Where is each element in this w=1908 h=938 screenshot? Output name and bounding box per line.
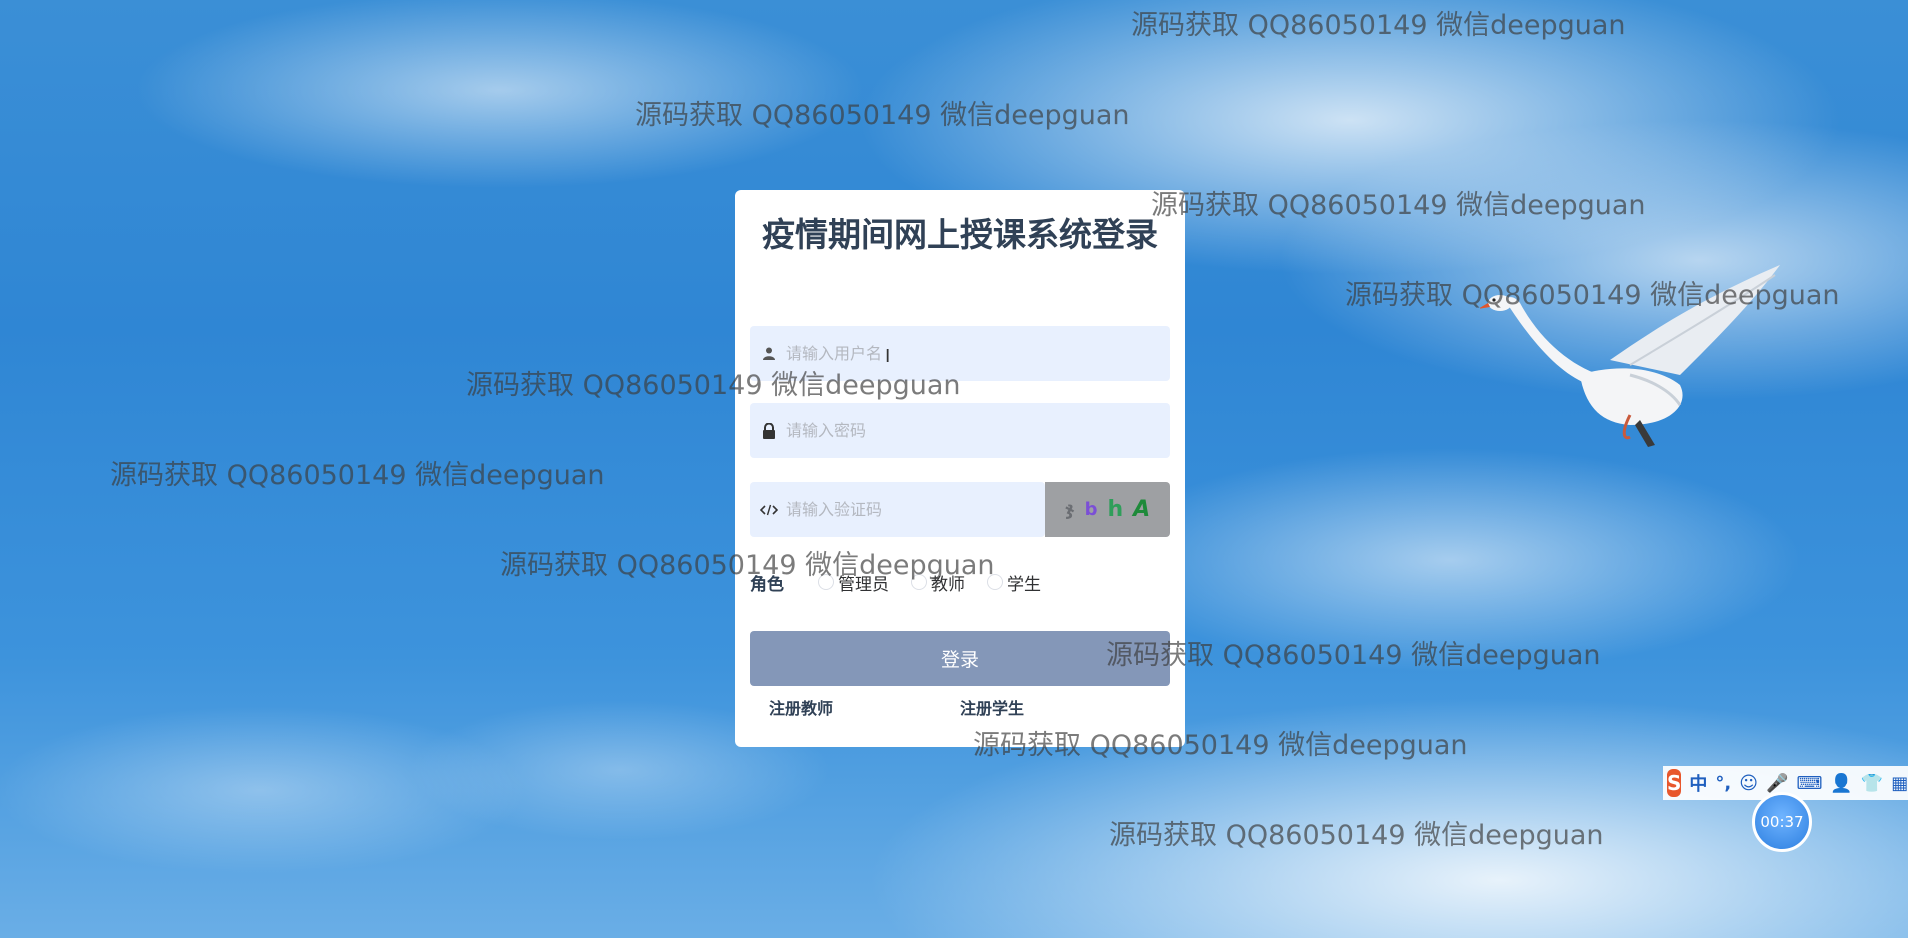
role-option-label: 教师 [931, 574, 965, 595]
role-radio-student[interactable]: 学生 [987, 570, 1041, 595]
username-input[interactable] [786, 326, 1156, 381]
login-page-background: 疫情期间网上授课系统登录 请输入用户名 请输入验证码 ჯ b h A 角色 管理… [0, 0, 1908, 938]
password-input[interactable] [786, 403, 1156, 458]
login-title: 疫情期间网上授课系统登录 [762, 215, 1158, 254]
login-card: 疫情期间网上授课系统登录 请输入用户名 请输入验证码 ჯ b h A 角色 管理… [735, 190, 1185, 747]
radio-circle[interactable] [818, 574, 834, 590]
role-option-label: 学生 [1007, 574, 1041, 595]
radio-circle[interactable] [987, 574, 1003, 590]
ime-punctuation-icon[interactable]: °, [1715, 773, 1731, 794]
radio-circle[interactable] [911, 574, 927, 590]
role-option-label: 管理员 [838, 574, 889, 595]
captcha-char: ჯ [1064, 499, 1075, 520]
captcha-image[interactable]: ჯ b h A [1045, 482, 1170, 537]
captcha-char: A [1133, 497, 1151, 522]
register-teacher-link[interactable]: 注册教师 [769, 695, 833, 719]
ime-menu-icon[interactable]: ▦ [1891, 773, 1908, 794]
captcha-field[interactable] [750, 482, 1156, 537]
user-icon [760, 326, 778, 381]
ime-chinese-mode[interactable]: 中 [1689, 770, 1707, 796]
watermark-text: 源码获取 QQ86050149 微信deepguan [1131, 10, 1626, 41]
code-icon [760, 482, 778, 537]
watermark-text: 源码获取 QQ86050149 微信deepguan [1109, 820, 1604, 851]
ime-voice-icon[interactable]: 🎤 [1766, 773, 1788, 794]
ime-emoji-icon[interactable]: ☺ [1739, 773, 1758, 794]
register-student-link[interactable]: 注册学生 [960, 695, 1024, 719]
login-button[interactable]: 登录 [750, 631, 1170, 686]
ime-user-icon[interactable]: 👤 [1830, 773, 1852, 794]
role-selector: 角色 管理员 教师 学生 [750, 567, 1170, 597]
role-radio-teacher[interactable]: 教师 [911, 570, 965, 595]
watermark-text: 源码获取 QQ86050149 微信deepguan [635, 100, 1130, 131]
recording-timer[interactable]: 00:37 [1752, 792, 1812, 852]
lock-icon [760, 403, 778, 458]
swan-illustration [1480, 265, 1780, 447]
captcha-char: h [1107, 497, 1124, 522]
role-radio-admin[interactable]: 管理员 [818, 570, 889, 595]
ime-keyboard-icon[interactable]: ⌨ [1796, 773, 1822, 794]
username-field[interactable] [750, 326, 1170, 381]
watermark-text: 源码获取 QQ86050149 微信deepguan [110, 460, 605, 491]
watermark-text: 源码获取 QQ86050149 微信deepguan [1151, 190, 1646, 221]
password-field[interactable] [750, 403, 1170, 458]
captcha-char: b [1084, 499, 1098, 520]
role-label: 角色 [750, 574, 784, 595]
sogou-logo-icon[interactable]: S [1667, 769, 1682, 797]
ime-skin-icon[interactable]: 👕 [1861, 773, 1883, 794]
text-cursor-icon: I [885, 346, 891, 367]
